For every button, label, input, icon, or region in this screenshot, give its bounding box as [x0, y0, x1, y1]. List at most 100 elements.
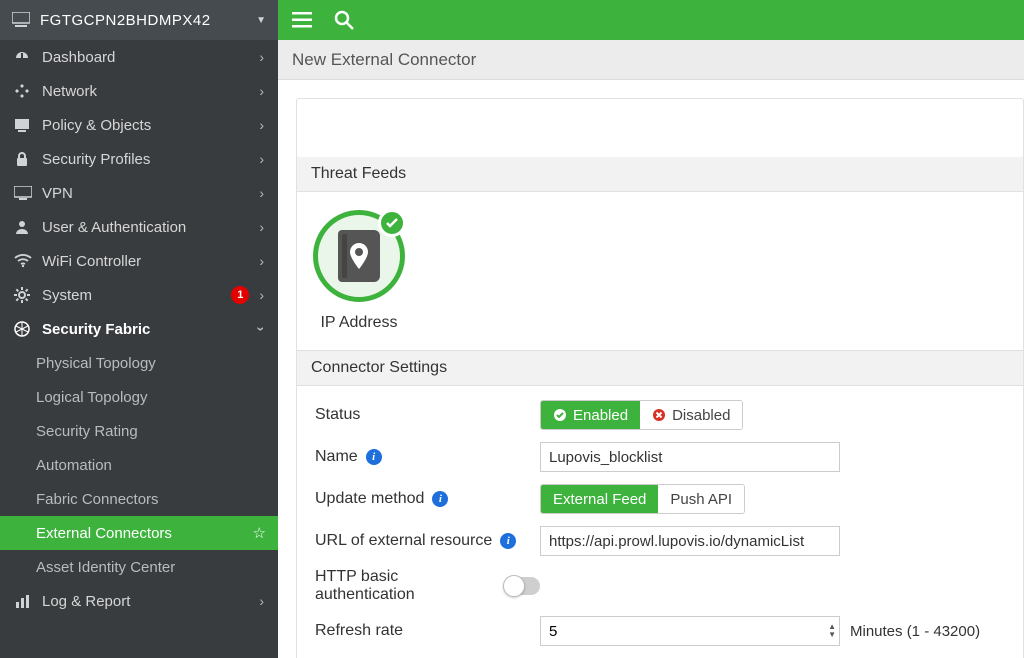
url-label: URL of external resource i [315, 532, 540, 550]
info-icon[interactable]: i [500, 533, 516, 549]
nav-label: VPN [42, 185, 259, 202]
subnav-label: Logical Topology [36, 389, 266, 406]
fabric-icon [14, 321, 36, 337]
chevron-right-icon: › [259, 151, 264, 167]
search-icon[interactable] [334, 10, 354, 30]
update-method-toggle: External Feed Push API [540, 484, 745, 514]
device-selector[interactable]: FGTGCPN2BHDMPX42 ▼ [0, 0, 278, 40]
refresh-rate-input[interactable] [540, 616, 840, 646]
info-icon[interactable]: i [432, 491, 448, 507]
hamburger-icon[interactable] [292, 12, 312, 28]
name-input[interactable] [540, 442, 840, 472]
network-icon [14, 83, 36, 99]
feed-card-ip-address[interactable]: IP Address [313, 210, 405, 332]
form-panel: Threat Feeds IP Address Connector Settin… [296, 98, 1024, 658]
nav-item-policy[interactable]: Policy & Objects › [0, 108, 278, 142]
main-nav: Dashboard › Network › Policy & Objects ›… [0, 40, 278, 618]
connector-settings-header: Connector Settings [297, 350, 1023, 386]
device-name: FGTGCPN2BHDMPX42 [40, 12, 256, 29]
nav-item-user-auth[interactable]: User & Authentication › [0, 210, 278, 244]
dashboard-icon [14, 49, 36, 65]
nav-label: Log & Report [42, 593, 259, 610]
option-text: Enabled [573, 407, 628, 424]
nav-label: Network [42, 83, 259, 100]
lock-icon [14, 151, 36, 167]
sub-item-external-connectors[interactable]: External Connectors ☆ [0, 516, 278, 550]
update-external-option[interactable]: External Feed [541, 485, 658, 513]
chevron-right-icon: › [259, 117, 264, 133]
chevron-right-icon: › [259, 83, 264, 99]
x-circle-icon [652, 408, 666, 422]
subnav-label: Automation [36, 457, 266, 474]
sub-item-fabric-connectors[interactable]: Fabric Connectors [0, 482, 278, 516]
option-text: External Feed [553, 491, 646, 508]
nav-item-security-profiles[interactable]: Security Profiles › [0, 142, 278, 176]
nav-label: WiFi Controller [42, 253, 259, 270]
check-circle-icon [553, 408, 567, 422]
user-icon [14, 219, 36, 235]
label-text: Update method [315, 490, 424, 508]
name-label: Name i [315, 448, 540, 466]
breadcrumb: New External Connector [278, 40, 1024, 80]
http-auth-toggle[interactable] [505, 577, 540, 595]
top-bar [278, 0, 1024, 40]
sub-item-security-rating[interactable]: Security Rating [0, 414, 278, 448]
subnav-label: Security Rating [36, 423, 266, 440]
sub-item-asset-identity[interactable]: Asset Identity Center [0, 550, 278, 584]
nav-item-vpn[interactable]: VPN › [0, 176, 278, 210]
label-text: URL of external resource [315, 532, 492, 550]
star-icon[interactable]: ☆ [253, 524, 266, 542]
page-title: New External Connector [292, 50, 476, 70]
device-icon [12, 12, 30, 28]
subnav-label: Physical Topology [36, 355, 266, 372]
threat-feeds-header: Threat Feeds [297, 157, 1023, 192]
refresh-hint: Minutes (1 - 43200) [850, 623, 980, 640]
chevron-down-icon: › [254, 327, 270, 332]
nav-item-log-report[interactable]: Log & Report › [0, 584, 278, 618]
subnav-label: Asset Identity Center [36, 559, 266, 576]
wifi-icon [14, 254, 36, 268]
http-auth-label: HTTP basic authentication [315, 568, 540, 604]
label-text: HTTP basic authentication [315, 568, 497, 604]
check-icon [378, 209, 406, 237]
nav-item-system[interactable]: System 1 › [0, 278, 278, 312]
status-disabled-option[interactable]: Disabled [640, 401, 742, 429]
chevron-right-icon: › [259, 185, 264, 201]
nav-item-security-fabric[interactable]: Security Fabric › [0, 312, 278, 346]
sub-item-physical-topology[interactable]: Physical Topology [0, 346, 278, 380]
subnav-label: External Connectors [36, 525, 253, 542]
update-method-label: Update method i [315, 490, 540, 508]
policy-icon [14, 117, 36, 133]
chevron-right-icon: › [259, 219, 264, 235]
connector-settings-form: Status Enabled Disa [297, 386, 1023, 658]
chevron-right-icon: › [259, 593, 264, 609]
sub-item-automation[interactable]: Automation [0, 448, 278, 482]
content: Threat Feeds IP Address Connector Settin… [278, 80, 1024, 658]
nav-item-wifi[interactable]: WiFi Controller › [0, 244, 278, 278]
sub-item-logical-topology[interactable]: Logical Topology [0, 380, 278, 414]
feed-card-graphic [313, 210, 405, 302]
nav-item-network[interactable]: Network › [0, 74, 278, 108]
feed-card-label: IP Address [320, 314, 397, 332]
notification-badge: 1 [231, 286, 249, 304]
vpn-icon [14, 186, 36, 200]
nav-label: Security Fabric [42, 321, 259, 338]
url-input[interactable] [540, 526, 840, 556]
nav-label: Security Profiles [42, 151, 259, 168]
update-push-option[interactable]: Push API [658, 485, 744, 513]
pin-icon [350, 243, 368, 269]
nav-item-dashboard[interactable]: Dashboard › [0, 40, 278, 74]
report-icon [14, 593, 36, 609]
threat-feeds-body: IP Address [297, 192, 1023, 350]
number-stepper[interactable]: ▲▼ [828, 623, 836, 639]
refresh-rate-label: Refresh rate [315, 622, 540, 640]
status-enabled-option[interactable]: Enabled [541, 401, 640, 429]
status-label: Status [315, 406, 540, 424]
chevron-right-icon: › [259, 253, 264, 269]
info-icon[interactable]: i [366, 449, 382, 465]
chevron-right-icon: › [259, 49, 264, 65]
main-area: New External Connector Threat Feeds IP A… [278, 0, 1024, 658]
nav-label: Dashboard [42, 49, 259, 66]
device-caret-icon: ▼ [256, 15, 266, 26]
chevron-right-icon: › [259, 287, 264, 303]
